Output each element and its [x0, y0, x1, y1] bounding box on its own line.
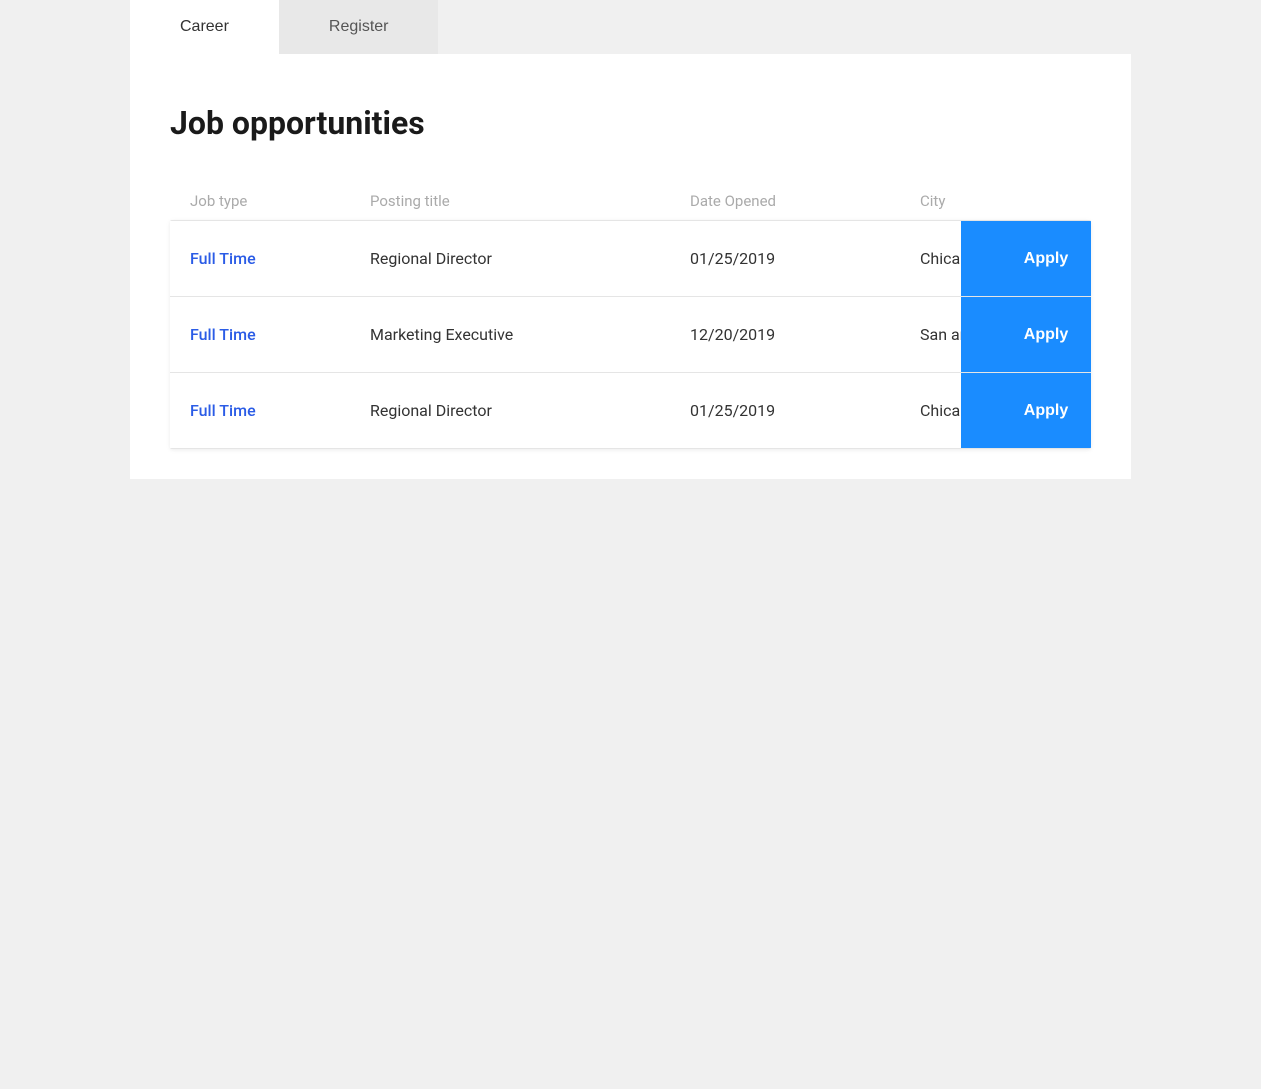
date-opened-2: 12/20/2019 — [690, 325, 920, 344]
apply-button-2[interactable]: Apply — [961, 297, 1091, 372]
col-header-job-type: Job type — [190, 192, 370, 210]
col-header-date-opened: Date Opened — [690, 192, 920, 210]
posting-title-1: Regional Director — [370, 249, 690, 268]
col-header-posting-title: Posting title — [370, 192, 690, 210]
page-title: Job opportunities — [170, 104, 1091, 142]
main-content: Job opportunities Job type Posting title… — [0, 54, 1261, 479]
job-type-3: Full Time — [190, 401, 370, 420]
job-type-1: Full Time — [190, 249, 370, 268]
job-rows-container: Full Time Regional Director 01/25/2019 C… — [170, 220, 1091, 449]
posting-title-2: Marketing Executive — [370, 325, 690, 344]
col-header-city: City — [920, 192, 1120, 210]
table-row: Full Time Regional Director 01/25/2019 C… — [170, 372, 1091, 449]
tab-register[interactable]: Register — [279, 0, 439, 54]
table-header: Job type Posting title Date Opened City — [170, 182, 1091, 220]
table-row: Full Time Marketing Executive 12/20/2019… — [170, 296, 1091, 372]
tab-career[interactable]: Career — [130, 0, 279, 54]
date-opened-1: 01/25/2019 — [690, 249, 920, 268]
tab-bar: Career Register — [130, 0, 1261, 54]
job-type-2: Full Time — [190, 325, 370, 344]
date-opened-3: 01/25/2019 — [690, 401, 920, 420]
apply-button-1[interactable]: Apply — [961, 221, 1091, 296]
posting-title-3: Regional Director — [370, 401, 690, 420]
table-row: Full Time Regional Director 01/25/2019 C… — [170, 220, 1091, 296]
apply-button-3[interactable]: Apply — [961, 373, 1091, 448]
job-opportunities-panel: Job opportunities Job type Posting title… — [130, 54, 1131, 479]
